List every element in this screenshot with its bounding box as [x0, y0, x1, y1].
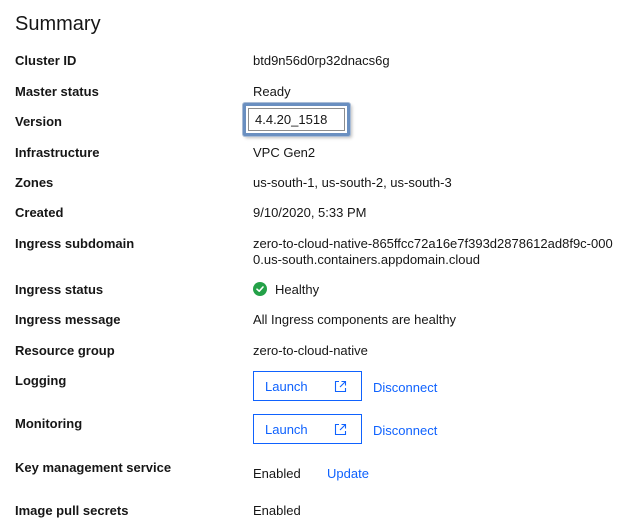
launch-icon: [334, 380, 347, 393]
label-cluster-id: Cluster ID: [15, 53, 77, 68]
label-image-pull-secrets: Image pull secrets: [15, 503, 129, 518]
monitoring-disconnect-link[interactable]: Disconnect: [373, 423, 437, 438]
value-kms: Enabled: [253, 466, 301, 481]
value-zones: us-south-1, us-south-2, us-south-3: [253, 175, 452, 190]
kms-update-link[interactable]: Update: [327, 466, 369, 481]
label-monitoring: Monitoring: [15, 416, 83, 431]
value-created: 9/10/2020, 5:33 PM: [253, 205, 367, 220]
monitoring-launch-button[interactable]: Launch: [253, 414, 362, 444]
value-cluster-id: btd9n56d0rp32dnacs6g: [253, 53, 390, 68]
value-infrastructure: VPC Gen2: [253, 145, 316, 160]
version-highlight: 4.4.20_1518: [243, 103, 350, 136]
label-resource-group: Resource group: [15, 343, 115, 358]
value-version: 4.4.20_1518: [248, 108, 345, 131]
ingress-status-text: Healthy: [275, 282, 320, 297]
value-ingress-subdomain-line1: zero-to-cloud-native-865ffcc72a16e7f393d…: [253, 236, 613, 251]
value-master-status: Ready: [253, 84, 291, 99]
label-master-status: Master status: [15, 84, 99, 99]
value-ingress-subdomain-line2: 0.us-south.containers.appdomain.cloud: [253, 252, 480, 267]
logging-launch-label: Launch: [265, 378, 308, 394]
logging-disconnect-link[interactable]: Disconnect: [373, 380, 437, 395]
label-zones: Zones: [15, 175, 54, 190]
label-logging: Logging: [15, 373, 67, 388]
label-version: Version: [15, 114, 62, 129]
checkmark-filled-icon: [253, 282, 267, 296]
label-ingress-subdomain: Ingress subdomain: [15, 236, 135, 251]
label-infrastructure: Infrastructure: [15, 145, 100, 160]
value-ingress-status: Healthy: [253, 282, 319, 297]
page-title: Summary: [15, 13, 101, 35]
value-image-pull-secrets: Enabled: [253, 503, 301, 518]
value-resource-group: zero-to-cloud-native: [253, 343, 368, 358]
label-created: Created: [15, 205, 64, 220]
label-ingress-status: Ingress status: [15, 282, 104, 297]
monitoring-launch-label: Launch: [265, 421, 308, 437]
launch-icon: [334, 423, 347, 436]
value-ingress-message: All Ingress components are healthy: [253, 312, 457, 327]
logging-launch-button[interactable]: Launch: [253, 371, 362, 401]
label-kms: Key management service: [15, 460, 172, 475]
label-ingress-message: Ingress message: [15, 312, 121, 327]
